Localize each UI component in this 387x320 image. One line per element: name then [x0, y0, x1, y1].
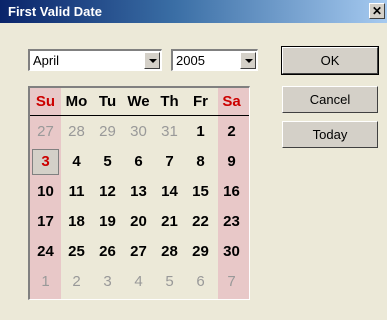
- calendar-day-selected[interactable]: 3: [30, 149, 61, 175]
- close-icon: ✕: [371, 4, 383, 18]
- calendar-day-adjacent-month[interactable]: 27: [30, 119, 61, 145]
- weekday-header: We: [127, 93, 150, 110]
- calendar-day[interactable]: 14: [154, 179, 185, 205]
- cancel-button[interactable]: Cancel: [282, 86, 378, 113]
- weekday-header: Tu: [98, 93, 117, 110]
- calendar-day-adjacent-month[interactable]: 29: [92, 119, 123, 145]
- calendar-day[interactable]: 27: [123, 239, 154, 265]
- month-dropdown-arrow-icon[interactable]: [144, 52, 160, 69]
- calendar-day-adjacent-month[interactable]: 4: [123, 269, 154, 295]
- calendar-day[interactable]: 6: [123, 149, 154, 175]
- calendar-day[interactable]: 28: [154, 239, 185, 265]
- calendar-day[interactable]: 13: [123, 179, 154, 205]
- calendar-day[interactable]: 4: [61, 149, 92, 175]
- calendar-day-adjacent-month[interactable]: 6: [185, 269, 216, 295]
- calendar-day-adjacent-month[interactable]: 7: [216, 269, 247, 295]
- calendar-day-adjacent-month[interactable]: 1: [30, 269, 61, 295]
- calendar-day[interactable]: 24: [30, 239, 61, 265]
- calendar-day-adjacent-month[interactable]: 30: [123, 119, 154, 145]
- calendar-day[interactable]: 9: [216, 149, 247, 175]
- today-button[interactable]: Today: [282, 121, 378, 148]
- calendar-day[interactable]: 11: [61, 179, 92, 205]
- calendar-day[interactable]: 23: [216, 209, 247, 235]
- calendar-day[interactable]: 30: [216, 239, 247, 265]
- calendar-day[interactable]: 17: [30, 209, 61, 235]
- calendar-day[interactable]: 16: [216, 179, 247, 205]
- calendar-day[interactable]: 26: [92, 239, 123, 265]
- weekday-header: Th: [160, 93, 179, 110]
- calendar-day[interactable]: 7: [154, 149, 185, 175]
- year-value: 2005: [176, 53, 205, 68]
- calendar-day[interactable]: 12: [92, 179, 123, 205]
- calendar-day[interactable]: 10: [30, 179, 61, 205]
- calendar-day[interactable]: 25: [61, 239, 92, 265]
- calendar-day[interactable]: 18: [61, 209, 92, 235]
- calendar-day[interactable]: 8: [185, 149, 216, 175]
- calendar-day-adjacent-month[interactable]: 5: [154, 269, 185, 295]
- calendar-day-adjacent-month[interactable]: 28: [61, 119, 92, 145]
- calendar-day[interactable]: 21: [154, 209, 185, 235]
- weekday-header: Su: [35, 93, 56, 110]
- title-bar: First Valid Date ✕: [0, 0, 387, 23]
- header-divider: [30, 115, 249, 116]
- weekday-header: Mo: [65, 93, 88, 110]
- weekday-header: Fr: [193, 93, 208, 110]
- calendar-day-adjacent-month[interactable]: 31: [154, 119, 185, 145]
- year-dropdown-arrow-icon[interactable]: [240, 52, 256, 69]
- calendar-cells: Su Mo Tu We Th Fr Sa 27 28 29 30 31 1 2 3 4 5 6 7 8 9 10 11 12 1…: [30, 88, 249, 299]
- calendar-day[interactable]: 15: [185, 179, 216, 205]
- calendar-day[interactable]: 5: [92, 149, 123, 175]
- calendar-day-adjacent-month[interactable]: 2: [61, 269, 92, 295]
- calendar-day[interactable]: 29: [185, 239, 216, 265]
- month-value: April: [33, 53, 60, 68]
- calendar-day[interactable]: 20: [123, 209, 154, 235]
- year-dropdown[interactable]: 2005: [171, 49, 258, 71]
- date-picker-dialog: First Valid Date ✕ April 2005 Su Mo Tu We Th…: [0, 0, 387, 320]
- month-dropdown[interactable]: April: [28, 49, 162, 71]
- calendar-grid: Su Mo Tu We Th Fr Sa 27 28 29 30 31 1 2 3 4 5 6 7 8 9 10 11 12 1…: [28, 86, 250, 300]
- ok-button[interactable]: OK: [281, 46, 379, 75]
- close-button[interactable]: ✕: [369, 3, 385, 19]
- weekday-header: Sa: [222, 93, 241, 110]
- calendar-day-adjacent-month[interactable]: 3: [92, 269, 123, 295]
- calendar-day[interactable]: 19: [92, 209, 123, 235]
- calendar-day[interactable]: 1: [185, 119, 216, 145]
- dialog-title: First Valid Date: [8, 4, 102, 19]
- calendar-day[interactable]: 2: [216, 119, 247, 145]
- calendar-day[interactable]: 22: [185, 209, 216, 235]
